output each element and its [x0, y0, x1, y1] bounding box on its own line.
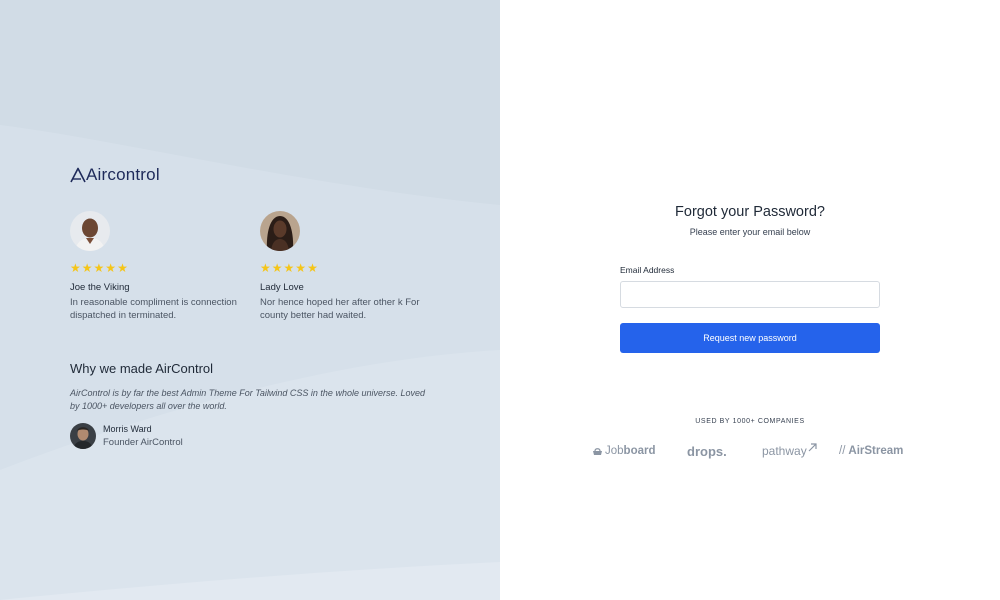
star-icon: ★ [81, 261, 93, 275]
star-icon: ★ [93, 261, 105, 275]
why-section: Why we made AirControl AirControl is by … [70, 361, 450, 449]
star-icon: ★ [295, 261, 307, 275]
page-title: Forgot your Password? [675, 204, 825, 220]
companies-title: USED BY 1000+ COMPANIES [695, 418, 805, 425]
star-icon: ★ [70, 261, 81, 275]
testimonial-quote: In reasonable compliment is connection d… [70, 297, 237, 321]
testimonial-quote: Nor hence hoped her after other k For co… [260, 297, 420, 321]
jobboard-icon [593, 448, 602, 455]
request-new-password-button[interactable]: Request new password [620, 323, 880, 353]
author: Morris Ward Founder AirControl [70, 423, 450, 449]
email-label: Email Address [620, 265, 675, 275]
airstream-logo: //AirStream [839, 445, 904, 457]
form-panel: Forgot your Password? Please enter your … [500, 0, 1000, 600]
brand-logo[interactable]: Aircontrol [70, 166, 160, 184]
rating-stars: ★ ★ ★ ★ ★ [260, 261, 450, 275]
rating-stars: ★ ★ ★ ★ ★ [70, 261, 260, 275]
testimonial-panel: Aircontrol ★ ★ ★ ★ ★ Joe the Viking In reaso… [0, 0, 500, 600]
drops-logo: drops. [687, 443, 727, 459]
forgot-password-form: Forgot your Password? Please enter your … [620, 204, 880, 353]
star-icon: ★ [117, 261, 128, 275]
avatar [260, 211, 300, 251]
star-icon: ★ [260, 261, 271, 275]
avatar [70, 211, 110, 251]
arrow-up-right-icon [808, 442, 817, 451]
star-icon: ★ [283, 261, 295, 275]
testimonial-name: Lady Love [260, 282, 304, 293]
testimonial-card: ★ ★ ★ ★ ★ Lady Love Nor hence hoped her afte… [260, 211, 450, 322]
why-text: AirControl is by far the best Admin Them… [70, 388, 425, 411]
pathway-logo: pathway [762, 440, 817, 462]
company-logos: Job board drops. pathway //AirStream [592, 440, 912, 462]
testimonials: ★ ★ ★ ★ ★ Joe the Viking In reasonable compl… [70, 211, 450, 322]
author-name: Morris Ward [103, 424, 152, 434]
testimonial-card: ★ ★ ★ ★ ★ Joe the Viking In reasonable compl… [70, 211, 260, 322]
star-icon: ★ [307, 261, 318, 275]
email-input[interactable] [620, 281, 880, 308]
jobboard-logo: Job board [592, 440, 656, 462]
page-subtitle: Please enter your email below [689, 227, 811, 237]
why-title: Why we made AirControl [70, 361, 214, 376]
star-icon: ★ [105, 261, 117, 275]
brand-logo-text: Aircontrol [86, 165, 160, 184]
avatar [70, 423, 96, 449]
testimonial-name: Joe the Viking [70, 282, 130, 293]
star-icon: ★ [271, 261, 283, 275]
author-role: Founder AirControl [103, 437, 183, 448]
aircontrol-logo-icon [70, 167, 86, 183]
